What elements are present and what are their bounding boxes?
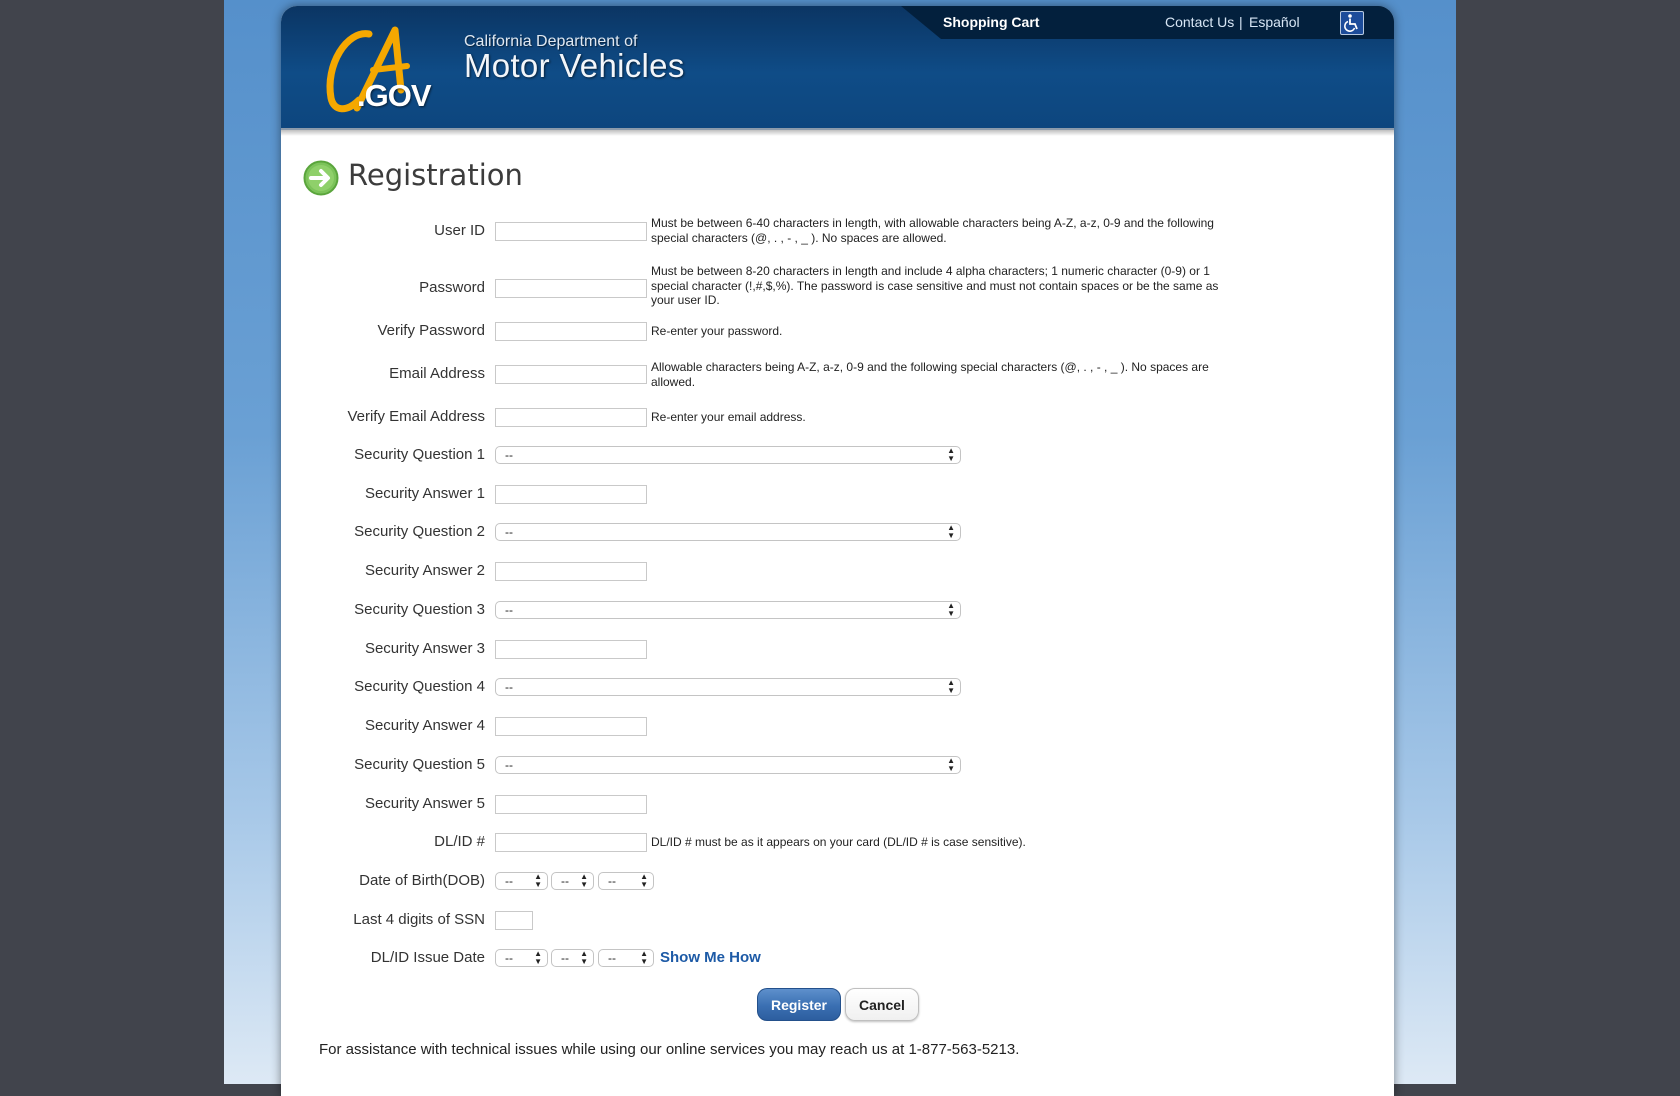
selected-value: --: [608, 874, 616, 888]
security-question-4-label: Security Question 4: [354, 678, 485, 695]
assistance-text: For assistance with technical issues whi…: [319, 1041, 1020, 1058]
security-question-4-select[interactable]: -- ▲ ▼: [495, 678, 961, 696]
contact-us-link[interactable]: Contact Us: [1165, 14, 1234, 30]
header-shadow: [281, 130, 1394, 136]
security-answer-4-label: Security Answer 4: [364, 717, 485, 734]
selected-value: --: [505, 448, 513, 462]
security-question-5-label: Security Question 5: [354, 756, 485, 773]
issue-day-select[interactable]: -- ▲ ▼: [551, 949, 594, 967]
wheelchair-icon[interactable]: [1340, 11, 1364, 35]
site-header: .GOV California Department of Motor Vehi…: [281, 6, 1394, 130]
verify-password-input[interactable]: [495, 322, 647, 341]
select-arrows-icon: ▲ ▼: [580, 949, 588, 966]
selected-value: --: [505, 603, 513, 617]
ssn-label: Last 4 digits of SSN: [353, 911, 485, 928]
verify-email-label: Verify Email Address: [347, 408, 485, 425]
select-arrows-icon: ▲ ▼: [534, 949, 542, 966]
user-id-label: User ID: [434, 222, 485, 239]
department-title: Motor Vehicles: [464, 47, 685, 84]
user-id-help: Must be between 6-40 characters in lengt…: [651, 216, 1214, 245]
verify-password-help: Re-enter your password.: [651, 324, 783, 338]
password-help: Must be between 8-20 characters in lengt…: [651, 264, 1219, 307]
selected-value: --: [505, 758, 513, 772]
logo-gov-text: .GOV: [357, 78, 432, 113]
select-arrows-icon: ▲ ▼: [580, 872, 588, 889]
email-input[interactable]: [495, 365, 647, 384]
shopping-cart-link[interactable]: Shopping Cart: [943, 14, 1039, 30]
security-answer-3-label: Security Answer 3: [364, 640, 485, 657]
password-label: Password: [419, 279, 485, 296]
ssn-last4-input[interactable]: [495, 911, 533, 930]
select-arrows-icon: ▲ ▼: [947, 523, 955, 540]
dl-id-input[interactable]: [495, 833, 647, 852]
security-question-5-select[interactable]: -- ▲ ▼: [495, 756, 961, 774]
select-arrows-icon: ▲ ▼: [640, 872, 648, 889]
issue-month-select[interactable]: -- ▲ ▼: [495, 949, 548, 967]
cancel-button[interactable]: Cancel: [845, 988, 919, 1021]
security-answer-1-label: Security Answer 1: [364, 485, 485, 502]
verify-email-input[interactable]: [495, 408, 647, 427]
register-button[interactable]: Register: [757, 988, 841, 1021]
page-title-text: Registration: [348, 158, 523, 192]
security-answer-5-label: Security Answer 5: [364, 795, 485, 812]
security-answer-3-input[interactable]: [495, 640, 647, 659]
link-separator: |: [1239, 14, 1243, 30]
security-question-2-label: Security Question 2: [354, 523, 485, 540]
email-label: Email Address: [389, 365, 485, 382]
security-answer-2-input[interactable]: [495, 562, 647, 581]
security-question-3-label: Security Question 3: [354, 601, 485, 618]
selected-value: --: [561, 951, 569, 965]
arrow-right-circle-icon: [303, 160, 339, 196]
dl-id-label: DL/ID #: [434, 833, 485, 850]
email-help: Allowable characters being A-Z, a-z, 0-9…: [651, 360, 1209, 389]
security-answer-2-label: Security Answer 2: [364, 562, 485, 579]
select-arrows-icon: ▲ ▼: [947, 678, 955, 695]
security-question-1-select[interactable]: -- ▲ ▼: [495, 446, 961, 464]
security-question-2-select[interactable]: -- ▲ ▼: [495, 523, 961, 541]
selected-value: --: [505, 525, 513, 539]
select-arrows-icon: ▲ ▼: [640, 949, 648, 966]
dob-label: Date of Birth(DOB): [359, 872, 485, 889]
dob-year-select[interactable]: -- ▲ ▼: [598, 872, 654, 890]
show-me-how-link[interactable]: Show Me How: [660, 949, 761, 966]
select-arrows-icon: ▲ ▼: [534, 872, 542, 889]
security-answer-4-input[interactable]: [495, 717, 647, 736]
select-arrows-icon: ▲ ▼: [947, 756, 955, 773]
issue-date-label: DL/ID Issue Date: [370, 949, 485, 966]
page-card: .GOV California Department of Motor Vehi…: [281, 6, 1394, 1096]
security-question-1-label: Security Question 1: [354, 446, 485, 463]
selected-value: --: [608, 951, 616, 965]
selected-value: --: [505, 874, 513, 888]
dob-month-select[interactable]: -- ▲ ▼: [495, 872, 548, 890]
espanol-link[interactable]: Español: [1249, 14, 1300, 30]
verify-email-help: Re-enter your email address.: [651, 410, 806, 424]
dob-day-select[interactable]: -- ▲ ▼: [551, 872, 594, 890]
selected-value: --: [561, 874, 569, 888]
dl-id-help: DL/ID # must be as it appears on your ca…: [651, 835, 1026, 849]
password-input[interactable]: [495, 279, 647, 298]
security-question-3-select[interactable]: -- ▲ ▼: [495, 601, 961, 619]
selected-value: --: [505, 680, 513, 694]
select-arrows-icon: ▲ ▼: [947, 446, 955, 463]
issue-year-select[interactable]: -- ▲ ▼: [598, 949, 654, 967]
select-arrows-icon: ▲ ▼: [947, 601, 955, 618]
security-answer-1-input[interactable]: [495, 485, 647, 504]
security-answer-5-input[interactable]: [495, 795, 647, 814]
user-id-input[interactable]: [495, 222, 647, 241]
selected-value: --: [505, 951, 513, 965]
verify-password-label: Verify Password: [377, 322, 485, 339]
